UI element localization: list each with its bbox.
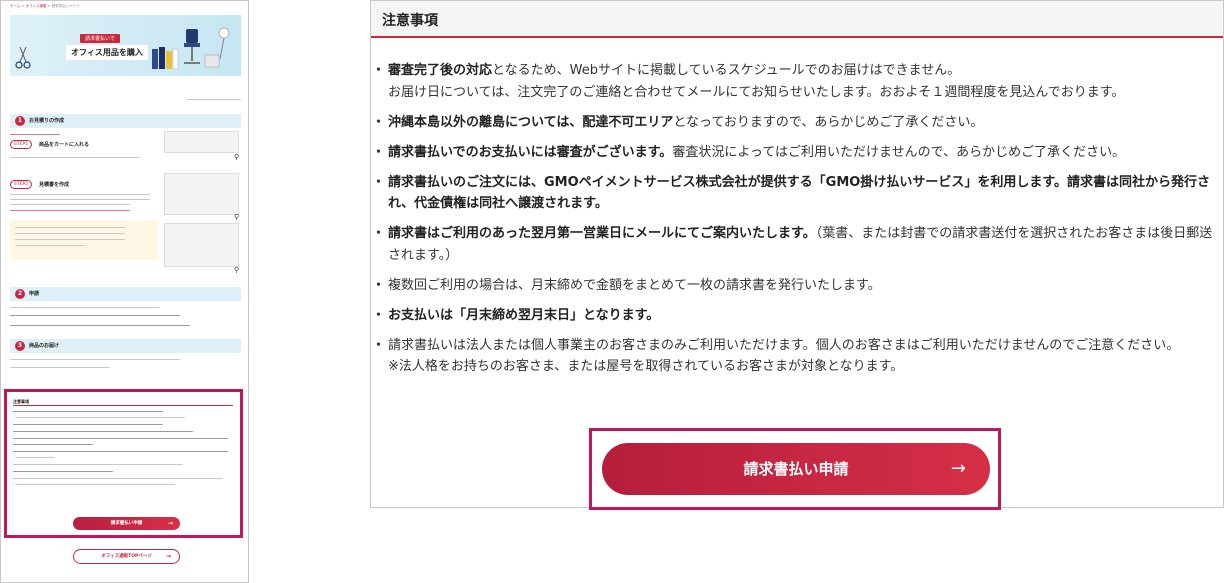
- notice-title: 注意事項: [382, 13, 438, 29]
- thumb-step1-tag: STEP1: [10, 140, 33, 149]
- zoom-icon: ⚲: [234, 266, 240, 274]
- page-thumbnail: ホーム > オフィス通販 > 請求書払いページ 請求書払いで オフィス用品を購入: [0, 0, 249, 583]
- thumb-screenshot: [164, 223, 239, 267]
- notice-item: 請求書はご利用のあった翌月第一営業日にメールにてご案内いたします。（葉書、または…: [372, 223, 1219, 266]
- scissors-illustration: [15, 46, 31, 69]
- thumb-section-3-header: 3 商品のお届け: [10, 339, 241, 353]
- thumb-screenshot: [164, 131, 239, 153]
- hero-badge: 請求書払いで: [80, 34, 120, 43]
- thumb-section-2-header: 2 申請: [10, 287, 241, 301]
- header-divider: [371, 36, 1223, 38]
- notice-header: 注意事項: [371, 1, 1223, 36]
- zoom-icon: ⚲: [234, 213, 240, 221]
- notice-item: 審査完了後の対応となるため、Webサイトに掲載しているスケジュールでのお届けはで…: [372, 60, 1219, 103]
- thumb-breadcrumb: ホーム > オフィス通販 > 請求書払いページ: [10, 4, 80, 8]
- thumb-step2-name: 見積書を作成: [39, 182, 70, 188]
- thumb-screenshot: [164, 173, 239, 215]
- invoice-payment-apply-button[interactable]: 請求書払い申請 →: [602, 443, 990, 495]
- arrow-right-icon: →: [165, 553, 171, 560]
- notice-item: 複数回ご利用の場合は、月末締めで金額をまとめて一枚の請求書を発行いたします。: [372, 275, 1219, 297]
- notice-item: 請求書払いのご注文には、GMOペイメントサービス株式会社が提供する「GMO掛け払…: [372, 172, 1219, 215]
- zoom-icon: ⚲: [234, 153, 240, 161]
- notice-item: 請求書払いは法人または個人事業主のお客さまのみご利用いただけます。個人のお客さま…: [372, 335, 1219, 378]
- hero-title: オフィス用品を購入: [66, 45, 148, 60]
- office-supplies-illustration: [152, 27, 230, 70]
- thumb-step2-tag: STEP2: [10, 180, 33, 189]
- notice-item: お支払いは「月末締め翌月末日」となります。: [372, 305, 1219, 327]
- thumb-section-1-header: 1 お見積りの作成: [10, 114, 241, 128]
- office-top-page-button[interactable]: オフィス通販TOPページ →: [73, 549, 180, 564]
- notice-item: 沖縄本島以外の離島については、配達不可エリアとなっておりますので、あらかじめご了…: [372, 112, 1219, 134]
- notice-item: 請求書払いでのお支払いには審査がございます。審査状況によってはご利用いただけませ…: [372, 142, 1219, 164]
- thumb-step1-name: 商品をカートに入れる: [39, 142, 90, 148]
- notice-list: 審査完了後の対応となるため、Webサイトに掲載しているスケジュールでのお届けはで…: [372, 60, 1219, 386]
- arrow-right-icon: →: [950, 458, 966, 479]
- thumb-hero-banner: 請求書払いで オフィス用品を購入: [10, 15, 241, 76]
- thumb-highlight-frame: [4, 389, 243, 538]
